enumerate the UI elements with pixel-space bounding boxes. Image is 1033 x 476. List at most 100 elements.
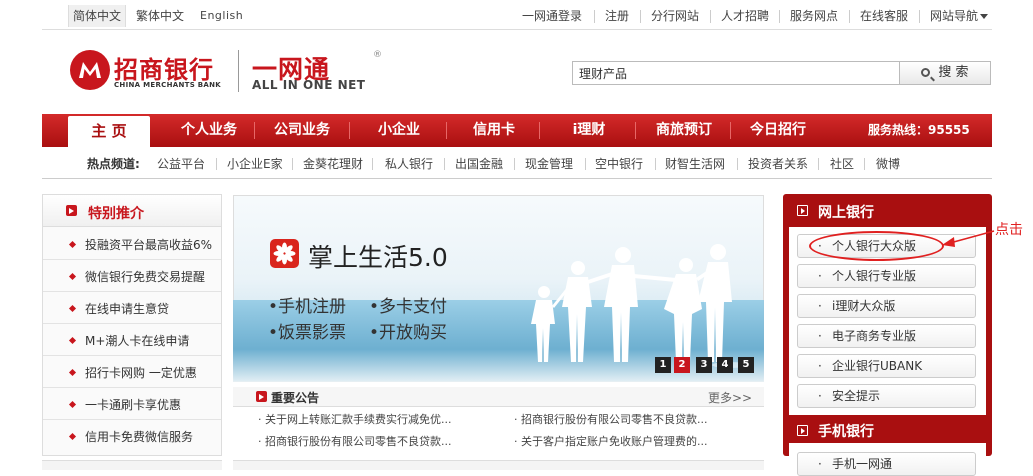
nav-travel[interactable]: 商旅预订 (640, 114, 728, 147)
special-title: 特别推介 (88, 206, 144, 222)
hot-item[interactable]: 微博 (876, 155, 900, 172)
special-item[interactable]: 一卡通刷卡享优惠 (43, 388, 221, 420)
ecommerce-login-button[interactable]: · 电子商务专业版 (797, 324, 976, 348)
toplink-outlets[interactable]: 服务网点 (790, 5, 838, 27)
hot-item[interactable]: 投资者关系 (748, 155, 808, 172)
divider (444, 158, 445, 170)
annotation-arrow-icon (942, 230, 995, 247)
hot-item[interactable]: 空中银行 (595, 155, 643, 172)
search-icon (921, 68, 931, 77)
toplink-support[interactable]: 在线客服 (860, 5, 908, 27)
sitemap-label: 网站导航 (930, 9, 979, 23)
nav-today[interactable]: 今日招行 (735, 114, 821, 147)
divider (372, 158, 373, 170)
hot-item[interactable]: 社区 (830, 155, 854, 172)
security-tips-button[interactable]: · 安全提示 (797, 384, 976, 408)
special-item[interactable]: 微信银行免费交易提醒 (43, 260, 221, 292)
search-input[interactable] (572, 61, 900, 85)
banner-page-4[interactable]: 4 (717, 357, 733, 373)
divider (349, 122, 350, 139)
divider (446, 122, 447, 139)
special-item-label: 投融资平台最高收益6% (85, 238, 213, 252)
hot-item[interactable]: 小企业E家 (227, 155, 283, 172)
special-item[interactable]: 招行卡网购 一定优惠 (43, 356, 221, 388)
divider (539, 122, 540, 139)
announcement-item[interactable]: · 关于网上转账汇款手续费实行减免优... (258, 411, 451, 427)
nav-home[interactable]: 主 页 (68, 116, 150, 147)
lang-traditional[interactable]: 繁体中文 (136, 5, 184, 27)
section-arrow-icon (66, 205, 77, 216)
mobile-login-button[interactable]: · 手机一网通 (797, 452, 976, 476)
toplink-login[interactable]: 一网通登录 (522, 5, 582, 27)
banner-feature: •手机注册 (268, 297, 347, 317)
announcement-item[interactable]: · 关于客户指定账户免收账户管理费的... (514, 433, 707, 449)
announcement-item[interactable]: · 招商银行股份有限公司零售不良贷款... (258, 433, 451, 449)
toplink-sitemap[interactable]: 网站导航 (930, 5, 989, 27)
banner-feature: •饭票影票 (268, 323, 347, 343)
hot-item[interactable]: 公益平台 (157, 155, 205, 172)
special-item[interactable]: 投融资平台最高收益6% (43, 228, 221, 260)
divider (779, 10, 780, 23)
button-label: 企业银行UBANK (832, 359, 923, 373)
banner-page-3[interactable]: 3 (696, 357, 712, 373)
hot-item[interactable]: 出国金融 (455, 155, 503, 172)
divider (594, 10, 595, 23)
banner-title: 掌上生活5.0 (308, 243, 448, 272)
ifinance-login-button[interactable]: · i理财大众版 (797, 294, 976, 318)
announcements-more-link[interactable]: 更多>> (708, 389, 752, 406)
button-label: 安全提示 (832, 389, 881, 403)
hot-item[interactable]: 金葵花理财 (303, 155, 363, 172)
nav-small-business[interactable]: 小企业 (354, 114, 444, 147)
bullet-icon (68, 336, 77, 345)
banner-page-2[interactable]: 2 (674, 357, 690, 373)
special-item-label: 微信银行免费交易提醒 (85, 270, 206, 284)
bank-name: 招商银行 (114, 55, 214, 84)
button-label: i理财大众版 (832, 299, 896, 313)
special-item[interactable]: 在线申请生意贷 (43, 292, 221, 324)
hot-item[interactable]: 财智生活网 (665, 155, 725, 172)
button-label: 电子商务专业版 (832, 329, 917, 343)
section-arrow-icon (256, 391, 267, 402)
nav-corporate[interactable]: 公司业务 (258, 114, 346, 147)
banner-page-1[interactable]: 1 (655, 357, 671, 373)
toplink-register[interactable]: 注册 (605, 5, 629, 27)
online-bank-title: 网上银行 (818, 205, 874, 221)
logo-divider (238, 50, 239, 92)
bullet-icon: · (818, 329, 822, 343)
divider (730, 122, 731, 139)
hot-item[interactable]: 私人银行 (385, 155, 433, 172)
bullet-icon: · (818, 389, 822, 403)
hot-channels-label: 热点频道: (87, 157, 140, 171)
bullet-icon (68, 304, 77, 313)
special-item-label: 信用卡免费微信服务 (85, 430, 194, 444)
toplink-branches[interactable]: 分行网站 (651, 5, 699, 27)
registered-mark: ® (373, 50, 382, 60)
divider (655, 158, 656, 170)
nav-personal[interactable]: 个人业务 (166, 114, 252, 147)
topbar-divider (42, 29, 992, 30)
search-button[interactable]: 搜 索 (900, 61, 991, 85)
bullet-icon (68, 240, 77, 249)
nav-credit-card[interactable]: 信用卡 (451, 114, 537, 147)
nav-ifinance[interactable]: i理财 (544, 114, 634, 147)
personal-pro-login-button[interactable]: · 个人银行专业版 (797, 264, 976, 288)
lang-english[interactable]: English (200, 5, 243, 27)
special-item-label: 一卡通刷卡享优惠 (85, 398, 182, 412)
announcement-item[interactable]: · 招商银行股份有限公司零售不良贷款... (514, 411, 707, 427)
button-label: 手机一网通 (832, 457, 893, 471)
banner-feature: •开放购买 (369, 323, 448, 343)
special-item[interactable]: M+潮人卡在线申请 (43, 324, 221, 356)
divider (919, 10, 920, 23)
special-item[interactable]: 信用卡免费微信服务 (43, 420, 221, 452)
annotation-label: 点击 (995, 222, 1023, 238)
bullet-icon: · (818, 359, 822, 373)
hot-item[interactable]: 现金管理 (525, 155, 573, 172)
bank-name-en: CHINA MERCHANTS BANK (114, 81, 222, 89)
toplink-careers[interactable]: 人才招聘 (721, 5, 769, 27)
lang-simplified[interactable]: 简体中文 (68, 5, 127, 27)
corporate-login-button[interactable]: · 企业银行UBANK (797, 354, 976, 378)
banner-page-5[interactable]: 5 (738, 357, 754, 373)
cmb-logo-icon (70, 50, 110, 90)
announcements-title: 重要公告 (271, 391, 320, 405)
bullet-icon: · (818, 269, 822, 283)
